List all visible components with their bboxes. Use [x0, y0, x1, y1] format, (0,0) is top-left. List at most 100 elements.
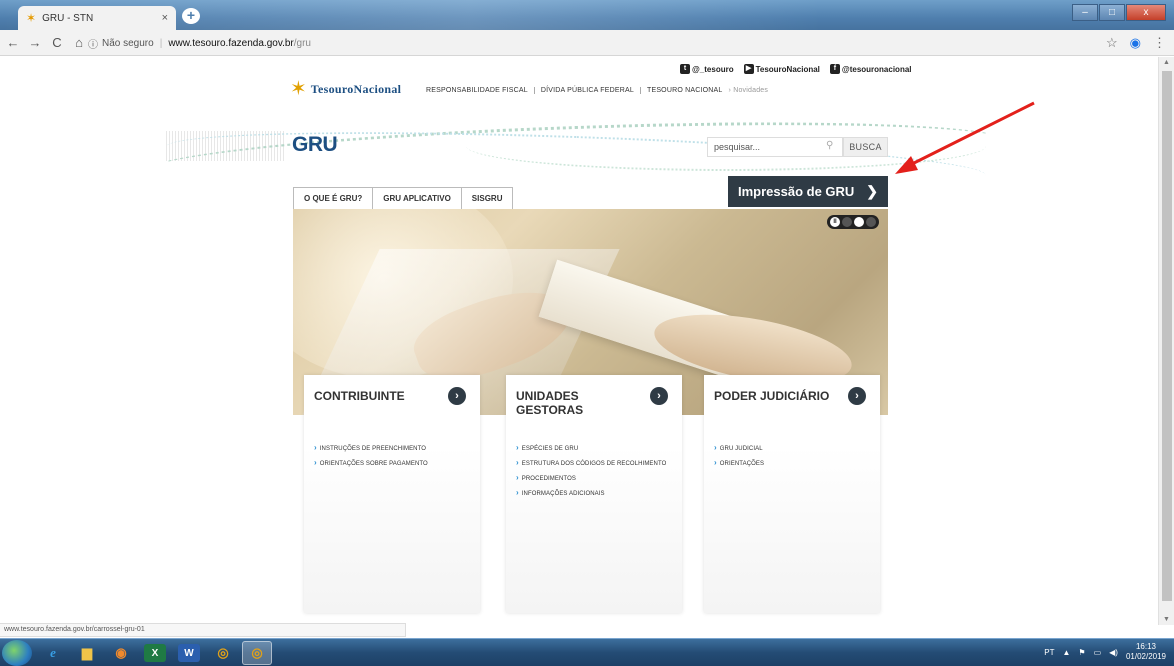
- menu-kebab-icon[interactable]: ⋮: [1153, 35, 1166, 51]
- card-link[interactable]: › ESPÉCIES DE GRU: [516, 443, 666, 452]
- security-label: Não seguro: [102, 37, 154, 49]
- close-window-button[interactable]: x: [1126, 4, 1166, 21]
- card-links: › GRU JUDICIAL › ORIENTAÇÕES: [714, 443, 764, 473]
- status-url: www.tesouro.fazenda.gov.br/carrossel-gru…: [0, 623, 406, 637]
- search-input[interactable]: pesquisar...: [707, 137, 843, 157]
- forward-button[interactable]: →: [26, 35, 44, 50]
- card-link-label: ORIENTAÇÕES SOBRE PAGAMENTO: [319, 461, 428, 467]
- card-link-label: INFORMAÇÕES ADICIONAIS: [521, 491, 605, 497]
- address-bar[interactable]: ⓘ Não seguro | www.tesouro.fazenda.gov.b…: [88, 34, 311, 52]
- card-link[interactable]: › INFORMAÇÕES ADICIONAIS: [516, 488, 666, 497]
- card-link-label: GRU JUDICIAL: [719, 446, 763, 452]
- tab-gru-aplicativo[interactable]: GRU APLICATIVO: [373, 187, 462, 209]
- site-header: ✶ TesouroNacional RESPONSABILIDADE FISCA…: [290, 57, 912, 117]
- nav-item-responsabilidade[interactable]: RESPONSABILIDADE FISCAL: [426, 87, 535, 94]
- reload-button[interactable]: C: [48, 35, 66, 50]
- card-poder-judiciario: PODER JUDICIÁRIO › › GRU JUDICIAL › ORIENT…: [704, 375, 880, 613]
- search-icon[interactable]: ⚲: [826, 140, 833, 151]
- info-icon[interactable]: ⓘ: [88, 36, 98, 51]
- card-links: › ESPÉCIES DE GRU › ESTRUTURA DOS CÓDIGOS …: [516, 443, 666, 503]
- chevron-right-circle-icon[interactable]: ›: [848, 387, 866, 405]
- youtube-icon: ▶: [743, 64, 754, 74]
- new-tab-button[interactable]: +: [182, 8, 200, 24]
- word-icon[interactable]: W: [178, 644, 200, 662]
- chevron-right-circle-icon[interactable]: ›: [650, 387, 668, 405]
- search-button[interactable]: BUSCA: [843, 137, 888, 157]
- tab-sisgru[interactable]: SISGRU: [461, 187, 514, 209]
- arrow-right-icon: ›: [314, 443, 317, 452]
- card-title[interactable]: PODER JUDICIÁRIO: [714, 389, 834, 403]
- volume-icon[interactable]: ◀): [1109, 648, 1118, 657]
- window-controls: – □ x: [1072, 4, 1166, 21]
- nav-item-tesouro[interactable]: TESOURO NACIONAL: [641, 87, 729, 94]
- card-link[interactable]: › GRU JUDICIAL: [714, 443, 764, 452]
- page-title: GRU: [292, 133, 338, 156]
- logo-text: TesouroNacional: [310, 81, 402, 96]
- facebook-icon: f: [829, 64, 840, 74]
- chrome-icon[interactable]: ◎: [208, 641, 238, 665]
- flag-icon[interactable]: ⚑: [1078, 648, 1085, 657]
- bookmark-star-icon[interactable]: ☆: [1106, 35, 1118, 51]
- card-link[interactable]: › INSTRUÇÕES DE PREENCHIMENTO: [314, 443, 428, 452]
- maximize-button[interactable]: □: [1099, 4, 1125, 21]
- language-indicator[interactable]: PT: [1044, 648, 1054, 657]
- social-facebook[interactable]: f @tesouronacional: [829, 64, 912, 74]
- card-link[interactable]: › ESTRUTURA DOS CÓDIGOS DE RECOLHIMENTO: [516, 458, 666, 467]
- folder-icon[interactable]: ▆: [72, 641, 102, 665]
- main-nav: RESPONSABILIDADE FISCAL DÍVIDA PÚBLICA F…: [426, 87, 768, 94]
- content-tabs: O QUE É GRU? GRU APLICATIVO SISGRU: [293, 187, 514, 209]
- tab-o-que-e-gru[interactable]: O QUE É GRU?: [293, 187, 374, 209]
- card-unidades-gestoras: UNIDADES GESTORAS › › ESPÉCIES DE GRU › ES…: [506, 375, 682, 613]
- tesouro-logo[interactable]: ✶ TesouroNacional: [290, 79, 401, 99]
- address-separator: |: [159, 37, 163, 49]
- clock[interactable]: 16:13 01/02/2019: [1126, 642, 1166, 662]
- youtube-label: TesouroNacional: [755, 64, 820, 74]
- extension-icon[interactable]: ◉: [1130, 35, 1141, 51]
- tab-close-icon[interactable]: ×: [162, 12, 168, 24]
- card-link-label: PROCEDIMENTOS: [521, 476, 576, 482]
- start-button[interactable]: [2, 640, 32, 666]
- scroll-up-icon[interactable]: ▲: [1163, 59, 1170, 66]
- tesouro-favicon-icon: ✶: [26, 11, 37, 25]
- system-tray: PT ▲ ⚑ ▭ ◀) 16:13 01/02/2019: [1044, 642, 1166, 662]
- browser-toolbar: ← → C ⌂ ⓘ Não seguro | www.tesouro.fazen…: [0, 30, 1174, 56]
- carousel-dot[interactable]: [854, 217, 864, 227]
- impressao-gru-button[interactable]: Impressão de GRU ❯: [728, 176, 888, 207]
- network-icon[interactable]: ▭: [1094, 648, 1102, 657]
- card-link[interactable]: › PROCEDIMENTOS: [516, 473, 666, 482]
- social-youtube[interactable]: ▶ TesouroNacional: [743, 64, 820, 74]
- card-link[interactable]: › ORIENTAÇÕES SOBRE PAGAMENTO: [314, 458, 428, 467]
- card-title[interactable]: UNIDADES GESTORAS: [516, 389, 636, 417]
- tray-expand-icon[interactable]: ▲: [1062, 648, 1070, 657]
- page-scrollbar[interactable]: ▲ ▼: [1158, 57, 1174, 625]
- scroll-down-icon[interactable]: ▼: [1163, 616, 1170, 623]
- carousel-dot[interactable]: [842, 217, 852, 227]
- twitter-label: @_tesouro: [692, 64, 734, 74]
- internet-explorer-icon[interactable]: e: [38, 641, 68, 665]
- pause-icon[interactable]: II: [830, 217, 840, 227]
- scrollbar-thumb[interactable]: [1162, 71, 1172, 601]
- nav-item-novidades[interactable]: › Novidades: [729, 87, 769, 94]
- url-host: www.tesouro.fazenda.gov.br: [168, 37, 294, 49]
- browser-tab[interactable]: ✶ GRU - STN ×: [18, 6, 176, 30]
- home-button[interactable]: ⌂: [70, 35, 88, 50]
- back-button[interactable]: ←: [4, 35, 22, 50]
- media-player-icon[interactable]: ◉: [106, 641, 136, 665]
- toolbar-right: ☆ ◉ ⋮: [1106, 35, 1166, 51]
- card-link-label: ESTRUTURA DOS CÓDIGOS DE RECOLHIMENTO: [521, 461, 667, 467]
- excel-icon[interactable]: X: [144, 644, 166, 662]
- card-title[interactable]: CONTRIBUINTE: [314, 389, 434, 403]
- carousel-controls: II: [827, 215, 879, 229]
- web-page: ✶ TesouroNacional RESPONSABILIDADE FISCA…: [0, 57, 1158, 625]
- card-link-label: ESPÉCIES DE GRU: [521, 446, 579, 452]
- chevron-right-circle-icon[interactable]: ›: [448, 387, 466, 405]
- card-contribuinte: CONTRIBUINTE › › INSTRUÇÕES DE PREENCHIME…: [304, 375, 480, 613]
- carousel-dot[interactable]: [866, 217, 876, 227]
- minimize-button[interactable]: –: [1072, 4, 1098, 21]
- titlebar-glass: [0, 0, 1174, 30]
- social-twitter[interactable]: t @_tesouro: [680, 64, 734, 74]
- arrow-right-icon: ›: [516, 458, 519, 467]
- nav-item-divida[interactable]: DÍVIDA PÚBLICA FEDERAL: [535, 87, 641, 94]
- card-link[interactable]: › ORIENTAÇÕES: [714, 458, 764, 467]
- chrome-active-icon[interactable]: ◎: [242, 641, 272, 665]
